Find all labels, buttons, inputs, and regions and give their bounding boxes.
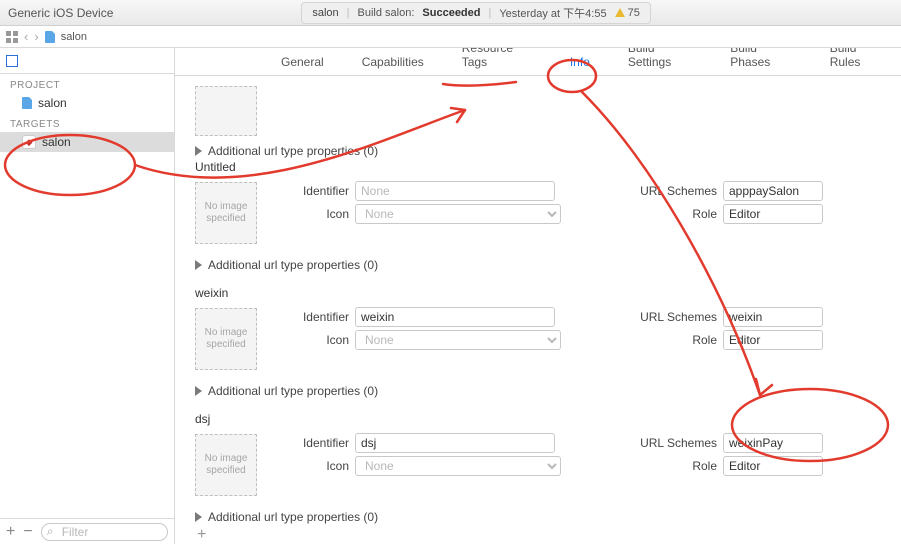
tab-build-settings[interactable]: Build Settings <box>628 48 692 75</box>
url-schemes-label: URL Schemes <box>627 436 717 450</box>
add-target-button[interactable]: + <box>6 524 15 540</box>
related-items-icon[interactable] <box>6 31 18 43</box>
role-label: Role <box>627 333 717 347</box>
status-time: Yesterday at 下午4:55 <box>499 5 606 21</box>
tab-resource-tags[interactable]: Resource Tags <box>462 48 532 75</box>
sidebar-footer: + − ⌕ <box>0 518 174 544</box>
target-item-label: salon <box>42 135 71 149</box>
xcode-toolbar: Generic iOS Device salon | Build salon: … <box>0 0 901 26</box>
image-well[interactable]: No image specified <box>195 434 257 496</box>
add-url-type-button[interactable]: + <box>197 526 901 544</box>
status-result: Succeeded <box>422 7 480 19</box>
role-label: Role <box>627 207 717 221</box>
role-label: Role <box>627 459 717 473</box>
url-type-title: Untitled <box>195 160 901 174</box>
url-schemes-input[interactable] <box>723 307 823 327</box>
url-schemes-label: URL Schemes <box>627 184 717 198</box>
main-split: PROJECT salon TARGETS ◆ salon + − ⌕ Gene… <box>0 48 901 544</box>
warning-icon <box>615 8 625 17</box>
identifier-input[interactable] <box>355 181 555 201</box>
identifier-label: Identifier <box>293 184 349 198</box>
icon-label: Icon <box>293 207 349 221</box>
additional-properties-2[interactable]: Additional url type properties (0) <box>195 384 901 398</box>
additional-properties-0[interactable]: Additional url type properties (0) <box>195 144 901 158</box>
identifier-label: Identifier <box>293 436 349 450</box>
status-build-label: Build salon: <box>358 7 415 19</box>
url-schemes-label: URL Schemes <box>627 310 717 324</box>
tab-build-rules[interactable]: Build Rules <box>830 48 883 75</box>
info-editor: Additional url type properties (0) Untit… <box>175 76 901 544</box>
warning-count: 75 <box>628 7 640 19</box>
tab-build-phases[interactable]: Build Phases <box>730 48 791 75</box>
identifier-label: Identifier <box>293 310 349 324</box>
url-type-untitled: Untitled No image specified Identifier I… <box>195 160 901 272</box>
app-icon: ◆ <box>22 135 36 149</box>
editor-area: General Capabilities Resource Tags Info … <box>175 48 901 544</box>
status-project: salon <box>312 7 338 19</box>
icon-select[interactable]: None <box>355 456 561 476</box>
targets-section-label: TARGETS <box>0 113 174 132</box>
role-select[interactable] <box>723 456 823 476</box>
project-item-salon[interactable]: salon <box>0 93 174 113</box>
tab-info[interactable]: Info <box>570 55 590 75</box>
tab-capabilities[interactable]: Capabilities <box>362 55 424 75</box>
image-well[interactable] <box>195 86 257 136</box>
url-type-dsj: dsj No image specified Identifier Icon N… <box>195 412 901 544</box>
image-well[interactable]: No image specified <box>195 308 257 370</box>
icon-select[interactable]: None <box>355 330 561 350</box>
project-section-label: PROJECT <box>0 74 174 93</box>
project-navigator-icon[interactable] <box>6 55 18 67</box>
url-type-title: weixin <box>195 286 901 300</box>
back-chevron-icon[interactable]: ‹ <box>24 29 28 44</box>
additional-properties-3[interactable]: Additional url type properties (0) <box>195 510 901 524</box>
url-type-title: dsj <box>195 412 901 426</box>
forward-chevron-icon[interactable]: › <box>34 29 38 44</box>
filter-icon: ⌕ <box>47 524 54 539</box>
targets-sidebar: PROJECT salon TARGETS ◆ salon + − ⌕ <box>0 48 175 544</box>
disclosure-triangle-icon <box>195 386 202 396</box>
url-schemes-input[interactable] <box>723 433 823 453</box>
identifier-input[interactable] <box>355 433 555 453</box>
image-well[interactable]: No image specified <box>195 182 257 244</box>
tab-general[interactable]: General <box>281 55 324 75</box>
icon-select[interactable]: None <box>355 204 561 224</box>
jump-bar[interactable]: ‹ › salon <box>0 26 901 48</box>
url-type-weixin: weixin No image specified Identifier Ico… <box>195 286 901 398</box>
targets-filter-input[interactable] <box>41 523 168 541</box>
role-select[interactable] <box>723 204 823 224</box>
activity-status: salon | Build salon: Succeeded | Yesterd… <box>301 2 650 24</box>
warning-badge[interactable]: 75 <box>615 7 640 19</box>
target-tabs: General Capabilities Resource Tags Info … <box>175 48 901 76</box>
jump-bar-file[interactable]: salon <box>61 31 87 43</box>
identifier-input[interactable] <box>355 307 555 327</box>
sidebar-header <box>0 48 174 74</box>
project-file-icon <box>22 97 32 109</box>
project-item-label: salon <box>38 96 67 110</box>
project-file-icon <box>45 31 55 43</box>
target-item-salon[interactable]: ◆ salon <box>0 132 174 152</box>
disclosure-triangle-icon <box>195 512 202 522</box>
icon-label: Icon <box>293 459 349 473</box>
icon-label: Icon <box>293 333 349 347</box>
url-schemes-input[interactable] <box>723 181 823 201</box>
remove-target-button[interactable]: − <box>23 524 32 540</box>
role-select[interactable] <box>723 330 823 350</box>
additional-properties-1[interactable]: Additional url type properties (0) <box>195 258 901 272</box>
run-destination[interactable]: Generic iOS Device <box>8 6 113 20</box>
disclosure-triangle-icon <box>195 260 202 270</box>
disclosure-triangle-icon <box>195 146 202 156</box>
